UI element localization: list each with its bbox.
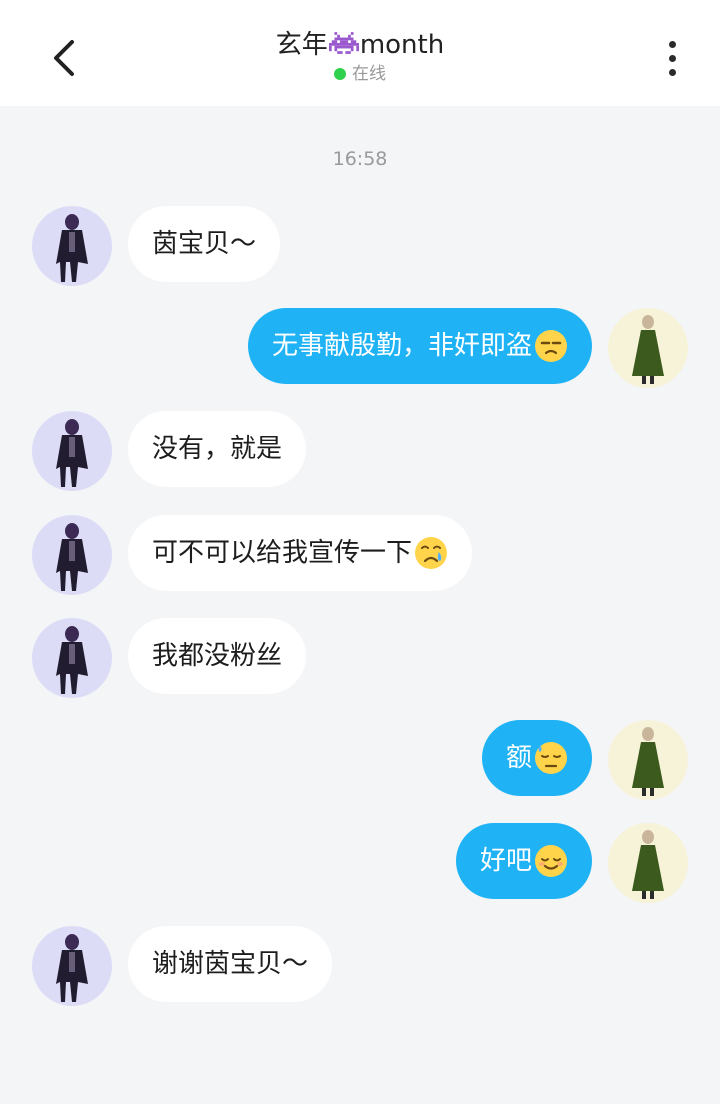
chat-header: 玄年 month 在线: [160, 28, 560, 86]
message-bubble[interactable]: 谢谢茵宝贝～: [128, 926, 333, 1002]
contact-avatar[interactable]: [32, 926, 112, 1006]
message-text: 额: [505, 743, 532, 773]
user-avatar-figure: [632, 727, 664, 796]
message-text: 没有，就是: [152, 434, 283, 464]
downcast-sweat-face-icon: [535, 742, 567, 774]
message-text: 好吧: [479, 846, 532, 876]
crying-face-icon: [415, 537, 448, 569]
contact-avatar-figure: [56, 523, 88, 591]
unamused-face-icon: [535, 330, 567, 362]
message-timestamp: 16:58: [332, 148, 388, 170]
message-bubble[interactable]: 无事献殷勤，非奸即盗: [247, 308, 592, 384]
contact-avatar[interactable]: [32, 206, 112, 286]
back-button[interactable]: [40, 34, 88, 82]
online-dot-icon: [334, 68, 346, 80]
contact-avatar[interactable]: [32, 618, 112, 698]
user-avatar-figure: [632, 315, 664, 384]
user-avatar[interactable]: [608, 823, 688, 903]
title-suffix: month: [359, 30, 445, 60]
alien-monster-icon: [328, 32, 359, 54]
contact-avatar[interactable]: [32, 411, 112, 491]
relieved-face-icon: [535, 845, 567, 877]
message-text: 茵宝贝～: [152, 229, 257, 259]
more-dot-icon: [668, 40, 676, 48]
message-text: 谢谢茵宝贝～: [152, 949, 309, 979]
title-prefix: 玄年: [275, 30, 328, 60]
message-bubble[interactable]: 好吧: [455, 823, 592, 899]
message-bubble[interactable]: 可不可以给我宣传一下: [128, 515, 473, 591]
message-text: 无事献殷勤，非奸即盗: [271, 331, 532, 361]
contact-avatar-figure: [56, 419, 88, 487]
message-bubble[interactable]: 额: [481, 720, 592, 796]
contact-avatar-figure: [56, 214, 88, 282]
user-avatar-figure: [632, 830, 664, 899]
contact-avatar-figure: [56, 626, 88, 694]
message-bubble[interactable]: 没有，就是: [128, 411, 307, 487]
online-status: 在线: [160, 62, 560, 86]
top-bar: 玄年 month 在线: [0, 0, 720, 106]
message-text: 可不可以给我宣传一下: [152, 538, 413, 568]
user-avatar[interactable]: [608, 308, 688, 388]
more-dot-icon: [668, 54, 676, 62]
status-text: 在线: [352, 64, 386, 84]
chevron-left-icon: [54, 40, 74, 76]
contact-avatar[interactable]: [32, 515, 112, 595]
user-avatar[interactable]: [608, 720, 688, 800]
contact-avatar-figure: [56, 934, 88, 1002]
more-options-button[interactable]: [652, 36, 692, 80]
more-dot-icon: [668, 68, 676, 76]
message-text: 我都没粉丝: [152, 641, 283, 671]
message-bubble[interactable]: 茵宝贝～: [128, 206, 281, 282]
chat-title: 玄年 month: [160, 28, 560, 62]
message-bubble[interactable]: 我都没粉丝: [128, 618, 307, 694]
